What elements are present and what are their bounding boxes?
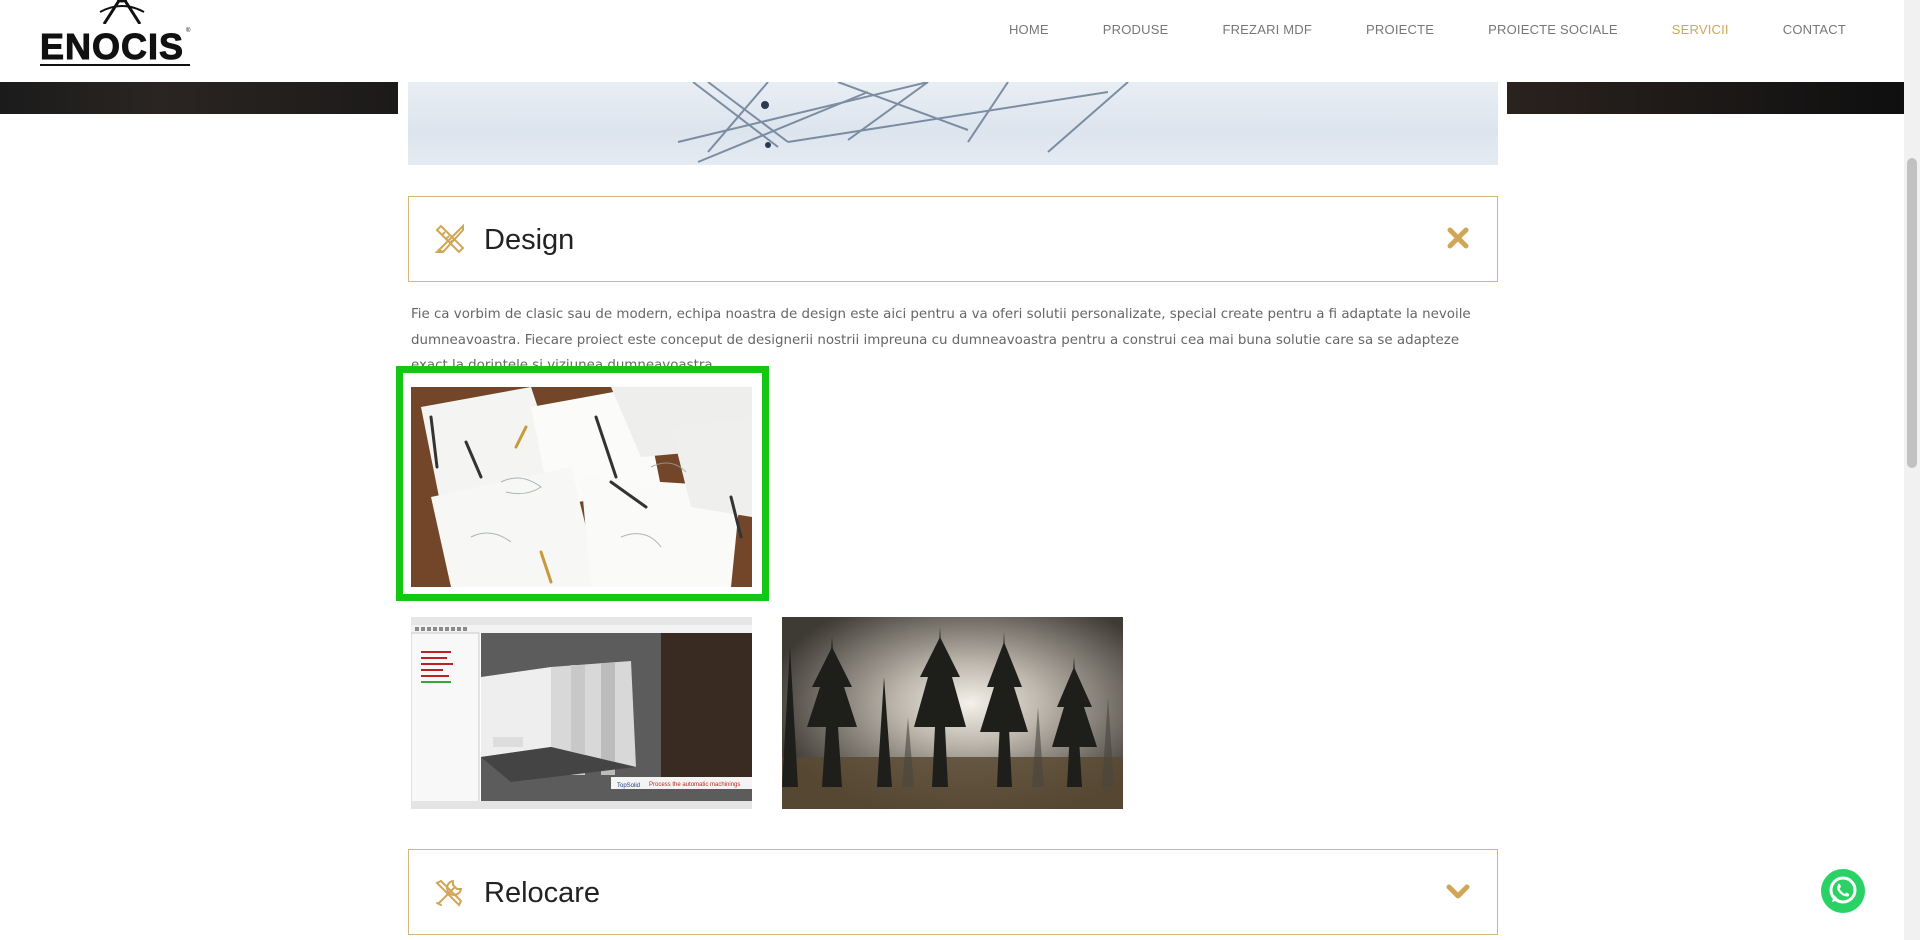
forest-photo: [782, 617, 1123, 809]
accordion-title-relocare: Relocare: [484, 877, 601, 909]
gallery-image-forest[interactable]: [782, 617, 1123, 809]
gallery-image-cad-software[interactable]: TopSolid Process the automatic machining…: [411, 617, 752, 809]
registered-mark: ®: [186, 28, 191, 34]
logo-text: ENOCIS: [39, 26, 185, 68]
scrollbar-thumb[interactable]: [1907, 158, 1917, 468]
pencil-ruler-icon: [434, 223, 465, 254]
nav-proiecte[interactable]: PROIECTE: [1339, 22, 1461, 38]
nav-home[interactable]: HOME: [982, 22, 1076, 38]
whatsapp-button[interactable]: [1821, 869, 1865, 913]
main-nav: HOME PRODUSE FREZARI MDF PROIECTE PROIEC…: [982, 22, 1846, 38]
cad-brand-text: TopSolid: [617, 783, 640, 789]
nav-proiecte-sociale[interactable]: PROIECTE SOCIALE: [1461, 22, 1645, 38]
design-description: Fie ca vorbim de clasic sau de modern, e…: [411, 307, 1471, 368]
compass-logo-icon: [99, 0, 145, 24]
selected-image-highlight: [396, 366, 769, 601]
page-scrollbar[interactable]: [1904, 0, 1920, 940]
site-header: ENOCIS ® HOME PRODUSE FREZARI MDF PROIEC…: [0, 0, 1904, 82]
hero-blueprint-image: [408, 82, 1498, 165]
site-logo[interactable]: ENOCIS ®: [39, 0, 192, 70]
hero-image-right: [1507, 82, 1904, 114]
accordion-design[interactable]: Design: [408, 196, 1498, 282]
hero-image-left: [0, 82, 398, 114]
accordion-title-design: Design: [484, 224, 575, 256]
tools-icon: [435, 879, 463, 907]
cad-banner-text: Process the automatic machinings: [649, 782, 740, 788]
accordion-relocare[interactable]: Relocare: [408, 849, 1498, 935]
nav-servicii[interactable]: SERVICII: [1645, 22, 1756, 38]
nav-frezari-mdf[interactable]: FREZARI MDF: [1195, 22, 1339, 38]
blueprint-lines: [677, 82, 1129, 163]
nav-contact[interactable]: CONTACT: [1756, 22, 1846, 38]
cad-screenshot: TopSolid Process the automatic machining…: [411, 617, 752, 809]
whatsapp-icon: [1829, 876, 1857, 904]
nav-produse[interactable]: PRODUSE: [1076, 22, 1196, 38]
logo-underline: [40, 64, 190, 66]
close-icon[interactable]: [1443, 223, 1473, 253]
chevron-down-icon[interactable]: [1443, 876, 1473, 906]
